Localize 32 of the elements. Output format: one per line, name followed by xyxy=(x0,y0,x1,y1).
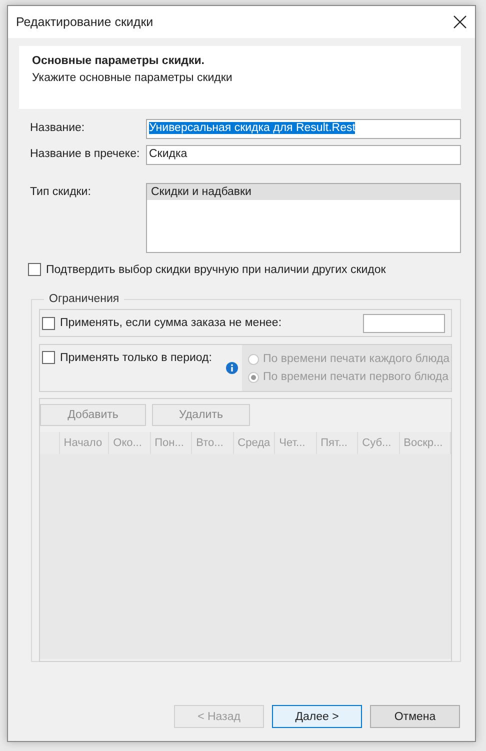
checkbox-label: Применять, если сумма заказа не менее: xyxy=(60,317,282,329)
field-label: Тип скидки: xyxy=(30,185,92,198)
text-field[interactable]: Скидка xyxy=(146,145,461,165)
sum-field[interactable] xyxy=(363,314,445,332)
header-subtitle: Укажите основные параметры скидки xyxy=(32,72,232,84)
checkbox-label: Применять только в период: xyxy=(60,352,212,364)
checkbox[interactable] xyxy=(42,351,55,364)
checkbox-label: Подтвердить выбор скидки вручную при наличии других скидок xyxy=(46,264,386,276)
column-header: Среда xyxy=(234,432,276,454)
checkbox[interactable] xyxy=(42,316,55,330)
field-label: Название: xyxy=(30,121,86,134)
column-header: Око... xyxy=(109,432,151,454)
radio-label: По времени печати каждого блюда xyxy=(263,353,450,365)
column-header: Воскр... xyxy=(400,432,451,454)
close-icon[interactable] xyxy=(453,15,467,29)
column-header: Пон... xyxy=(150,432,192,454)
group-title: Ограничения xyxy=(48,293,120,305)
column-header: Вто... xyxy=(192,432,234,454)
radio-label: По времени печати первого блюда xyxy=(263,371,448,383)
field-label: Название в пречеке: xyxy=(30,147,141,160)
checkbox[interactable] xyxy=(28,263,41,276)
wizard-button[interactable]: Далее > xyxy=(272,705,362,728)
info-icon[interactable] xyxy=(226,362,238,374)
column-header: Чет... xyxy=(275,432,317,454)
list-item[interactable]: Скидки и надбавки xyxy=(147,184,460,200)
text-field[interactable]: Универсальная скидка для Result.Rest xyxy=(146,119,461,139)
wizard-button[interactable]: Отмена xyxy=(370,705,460,728)
header-title: Основные параметры скидки. xyxy=(32,55,204,67)
column-header: Пят... xyxy=(316,432,358,454)
column-header: Суб... xyxy=(358,432,400,454)
column-header: Начало xyxy=(60,432,110,454)
window-title: Редактирование скидки xyxy=(16,15,154,29)
